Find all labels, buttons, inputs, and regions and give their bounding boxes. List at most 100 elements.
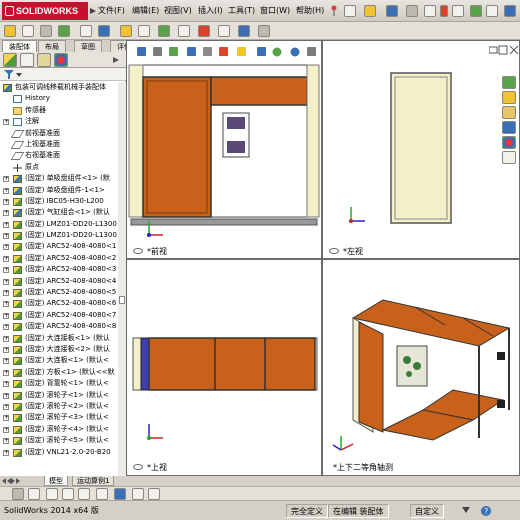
new-document-icon[interactable] (344, 5, 356, 17)
display-style-icon[interactable] (114, 488, 126, 500)
expand-plus-icon[interactable]: + (3, 290, 9, 297)
expand-plus-icon[interactable]: + (3, 403, 9, 410)
view-visibility-eye-icon[interactable] (133, 464, 143, 470)
expand-plus-icon[interactable]: + (3, 358, 9, 365)
filter-bar[interactable] (0, 68, 126, 81)
open-folder-icon[interactable] (364, 5, 376, 17)
menu-edit[interactable]: 编辑(E) (130, 4, 161, 18)
expand-plus-icon[interactable]: + (3, 449, 9, 456)
tree-item[interactable]: 上视基准面 (0, 139, 126, 150)
tree-item[interactable]: + (固定) VNL21-2.0-20-B20 (0, 447, 126, 458)
view-palette-icon[interactable] (502, 121, 516, 134)
tree-item[interactable]: 传感器 (0, 105, 126, 116)
tab-model[interactable]: 模型 (44, 476, 68, 486)
previous-view-icon[interactable] (28, 488, 40, 500)
expand-plus-icon[interactable]: + (3, 176, 9, 183)
expand-plus-icon[interactable]: + (3, 324, 9, 331)
show-hidden-icon[interactable] (98, 25, 110, 37)
help-icon[interactable]: ? (480, 505, 492, 519)
view-visibility-eye-icon[interactable] (133, 248, 143, 254)
insert-component-icon[interactable] (4, 25, 16, 37)
expand-plus-icon[interactable]: + (3, 438, 9, 445)
scroll-thumb[interactable] (119, 296, 125, 304)
property-manager-tab-icon[interactable] (20, 53, 34, 67)
expand-plus-icon[interactable]: + (3, 221, 9, 228)
tree-item[interactable]: + (固定) LMZ01-DD20-L1300 (0, 230, 126, 241)
tree-item[interactable]: + (固定) IBC05-H30-L200 (0, 196, 126, 207)
tree-item[interactable]: + (固定) ARC52-408-4080<5 (0, 287, 126, 298)
tab-assembly[interactable]: 装配体 (2, 40, 37, 52)
edit-appearance-icon[interactable] (148, 488, 160, 500)
configuration-manager-tab-icon[interactable] (37, 53, 51, 67)
tree-item[interactable]: + (固定) 滚轮子<4> (默认< (0, 424, 126, 435)
print-icon[interactable] (406, 5, 418, 17)
select-arrow-icon[interactable] (452, 5, 464, 17)
status-custom-units[interactable]: 自定义 (410, 504, 444, 518)
tree-item[interactable]: + (固定) 单吸盘组件-1<1> (0, 185, 126, 196)
expand-plus-icon[interactable]: + (3, 278, 9, 285)
expand-plus-icon[interactable]: + (3, 369, 9, 376)
undo-icon[interactable] (424, 5, 436, 17)
tab-layout[interactable]: 布局 (38, 40, 66, 52)
reference-geometry-icon[interactable] (138, 25, 150, 37)
feature-tree-tab-icon[interactable] (3, 53, 17, 67)
menu-window[interactable]: 窗口(W) (258, 4, 292, 18)
expand-plus-icon[interactable]: + (3, 244, 9, 251)
tab-scroll-arrows-icon[interactable] (2, 477, 20, 485)
tree-item[interactable]: + (固定) ARC52-408-4080<3 (0, 264, 126, 275)
expand-plus-icon[interactable]: + (3, 381, 9, 388)
expand-plus-icon[interactable]: + (3, 346, 9, 353)
menu-file[interactable]: 文件(F) (96, 4, 127, 18)
filter-icon[interactable] (4, 70, 14, 81)
tree-item[interactable]: + (固定) 背靠轮<1> (默认< (0, 378, 126, 389)
bill-of-materials-icon[interactable] (178, 25, 190, 37)
tab-sketch[interactable]: 草图 (74, 40, 102, 52)
section-view-icon[interactable] (96, 488, 108, 500)
rebuild-icon[interactable] (440, 5, 448, 17)
expand-plus-icon[interactable]: + (3, 119, 9, 126)
options-list-icon[interactable] (486, 5, 498, 17)
custom-properties-icon[interactable] (502, 151, 516, 164)
rotate-icon[interactable] (78, 488, 90, 500)
menu-help[interactable]: 帮助(H) (294, 4, 326, 18)
exploded-view-icon[interactable] (198, 25, 210, 37)
tree-item[interactable]: + (固定) ARC52-408-4080<8 (0, 321, 126, 332)
solidworks-logo[interactable]: SOLIDWORKS (2, 2, 88, 20)
tree-item[interactable]: + (固定) 气缸组合<1> (默认 (0, 207, 126, 218)
viewport-left[interactable]: *左视 (322, 40, 520, 259)
tree-item[interactable]: 原点 (0, 162, 126, 173)
view-orientation-icon[interactable] (12, 488, 24, 500)
appearances-icon[interactable] (502, 136, 516, 149)
move-component-icon[interactable] (80, 25, 92, 37)
tree-item[interactable]: + (固定) 滚轮子<2> (默认< (0, 401, 126, 412)
pan-icon[interactable] (62, 488, 74, 500)
viewport-front[interactable]: *前视 (126, 40, 322, 259)
options-icon[interactable] (470, 5, 482, 17)
expand-plus-icon[interactable]: + (3, 233, 9, 240)
expand-plus-icon[interactable]: + (3, 415, 9, 422)
tree-item[interactable]: + (固定) 单吸盘组件<1> (默 (0, 173, 126, 184)
mate-icon[interactable] (22, 25, 34, 37)
viewport-top[interactable]: *上视 (126, 259, 322, 476)
save-icon[interactable] (386, 5, 398, 17)
tree-item[interactable]: + (固定) 大连板<1> (默认< (0, 355, 126, 366)
expand-plus-icon[interactable]: + (3, 267, 9, 274)
units-dropdown-icon[interactable] (462, 505, 470, 519)
tree-item[interactable]: + 注解 (0, 116, 126, 127)
window-icon[interactable] (504, 5, 516, 17)
tree-item[interactable]: + (固定) ARC52-408-4080<4 (0, 276, 126, 287)
tree-item[interactable]: + (固定) ARC52-408-4080<2 (0, 253, 126, 264)
update-speedpak-icon[interactable] (238, 25, 250, 37)
hide-show-icon[interactable] (132, 488, 144, 500)
tree-item[interactable]: 前视基准面 (0, 128, 126, 139)
file-explorer-icon[interactable] (502, 106, 516, 119)
expand-plus-icon[interactable]: + (3, 426, 9, 433)
expand-plus-icon[interactable]: + (3, 335, 9, 342)
resources-icon[interactable] (502, 76, 516, 89)
tree-item[interactable]: + (固定) 滚轮子<5> (默认< (0, 435, 126, 446)
tree-item[interactable]: 包装可调线移载机械手装配体 (0, 82, 126, 93)
menu-insert[interactable]: 插入(I) (196, 4, 225, 18)
tab-motion-study-1[interactable]: 运动算例1 (72, 476, 115, 486)
assembly-features-icon[interactable] (120, 25, 132, 37)
tree-item[interactable]: + (固定) 滚轮子<3> (默认< (0, 412, 126, 423)
